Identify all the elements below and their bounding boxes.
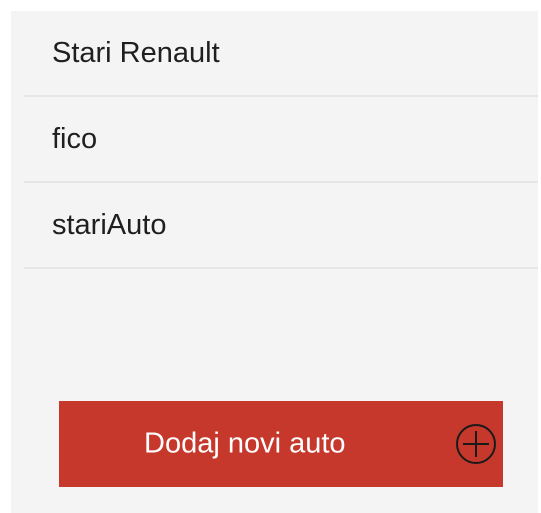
add-new-car-button[interactable]: Dodaj novi auto: [59, 401, 503, 487]
plus-circle-icon: [456, 424, 496, 464]
list-item-car[interactable]: fico: [24, 97, 538, 183]
car-name: stariAuto: [52, 208, 167, 241]
car-list-screen: Stari Renault fico stariAuto Dodaj novi …: [11, 11, 538, 513]
list-item-car[interactable]: Stari Renault: [24, 11, 538, 97]
car-list: Stari Renault fico stariAuto: [24, 11, 538, 269]
list-item-car[interactable]: stariAuto: [24, 183, 538, 269]
car-name: Stari Renault: [52, 36, 220, 69]
car-name: fico: [52, 122, 98, 155]
add-new-car-label: Dodaj novi auto: [144, 427, 346, 460]
